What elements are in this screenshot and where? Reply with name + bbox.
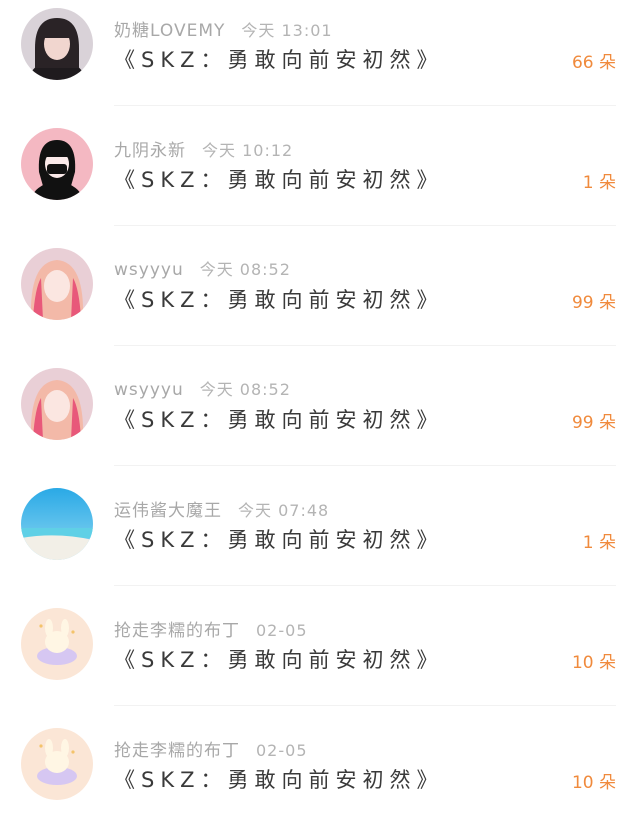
- book-title[interactable]: 《SKZ：勇敢向前安初然》: [114, 284, 444, 314]
- avatar[interactable]: [21, 368, 93, 440]
- flower-count: 1 朵: [582, 533, 616, 553]
- username[interactable]: wsyyyu: [114, 260, 184, 280]
- avatar[interactable]: [21, 728, 93, 800]
- book-title[interactable]: 《SKZ：勇敢向前安初然》: [114, 44, 444, 74]
- timestamp: 02-05: [256, 741, 308, 760]
- book-title[interactable]: 《SKZ：勇敢向前安初然》: [114, 524, 444, 554]
- flower-count: 1 朵: [582, 173, 616, 193]
- comment-list: 奶糖LOVEMY 今天 13:01 《SKZ：勇敢向前安初然》 66 朵 九阴永新…: [0, 0, 640, 806]
- comment-meta: 抢走李糯的布丁 02-05: [114, 616, 308, 641]
- avatar[interactable]: [21, 488, 93, 560]
- list-item[interactable]: 运伟酱大魔王 今天 07:48 《SKZ：勇敢向前安初然》 1 朵: [0, 480, 640, 600]
- pink-hair-girl-avatar-icon: [21, 368, 93, 440]
- book-title[interactable]: 《SKZ：勇敢向前安初然》: [114, 644, 444, 674]
- list-item[interactable]: wsyyyu 今天 08:52 《SKZ：勇敢向前安初然》 99 朵: [0, 240, 640, 360]
- divider: [114, 225, 616, 226]
- flower-count: 66 朵: [571, 53, 616, 73]
- flower-count: 99 朵: [571, 413, 616, 433]
- list-item[interactable]: wsyyyu 今天 08:52 《SKZ：勇敢向前安初然》 99 朵: [0, 360, 640, 480]
- divider: [114, 705, 616, 706]
- book-title[interactable]: 《SKZ：勇敢向前安初然》: [114, 404, 444, 434]
- timestamp: 今天 08:52: [199, 380, 291, 399]
- username[interactable]: 运伟酱大魔王: [114, 501, 222, 521]
- avatar[interactable]: [21, 608, 93, 680]
- flower-count: 10 朵: [571, 773, 616, 793]
- comment-meta: 奶糖LOVEMY 今天 13:01: [114, 16, 333, 41]
- cartoon-bunny-avatar-icon: [21, 728, 93, 800]
- list-item[interactable]: 抢走李糯的布丁 02-05 《SKZ：勇敢向前安初然》 10 朵: [0, 600, 640, 720]
- comment-meta: wsyyyu 今天 08:52: [114, 256, 291, 280]
- timestamp: 今天 13:01: [241, 21, 333, 40]
- beach-sea-avatar-icon: [21, 488, 93, 560]
- book-title[interactable]: 《SKZ：勇敢向前安初然》: [114, 764, 444, 794]
- avatar[interactable]: [21, 8, 93, 80]
- username[interactable]: wsyyyu: [114, 380, 184, 400]
- list-item[interactable]: 抢走李糯的布丁 02-05 《SKZ：勇敢向前安初然》 10 朵: [0, 720, 640, 840]
- username[interactable]: 抢走李糯的布丁: [114, 621, 240, 641]
- pink-hair-girl-avatar-icon: [21, 248, 93, 320]
- masked-girl-illustration-avatar-icon: [21, 128, 93, 200]
- divider: [114, 585, 616, 586]
- book-title[interactable]: 《SKZ：勇敢向前安初然》: [114, 164, 444, 194]
- avatar[interactable]: [21, 128, 93, 200]
- divider: [114, 345, 616, 346]
- comment-meta: wsyyyu 今天 08:52: [114, 376, 291, 400]
- list-item[interactable]: 九阴永新 今天 10:12 《SKZ：勇敢向前安初然》 1 朵: [0, 120, 640, 240]
- username[interactable]: 九阴永新: [114, 141, 186, 161]
- timestamp: 02-05: [256, 621, 308, 640]
- timestamp: 今天 08:52: [199, 260, 291, 279]
- list-item[interactable]: 奶糖LOVEMY 今天 13:01 《SKZ：勇敢向前安初然》 66 朵: [0, 0, 640, 120]
- flower-count: 99 朵: [571, 293, 616, 313]
- comment-meta: 抢走李糯的布丁 02-05: [114, 736, 308, 761]
- comment-meta: 九阴永新 今天 10:12: [114, 136, 294, 161]
- username[interactable]: 奶糖LOVEMY: [114, 21, 225, 41]
- comment-meta: 运伟酱大魔王 今天 07:48: [114, 496, 330, 521]
- avatar[interactable]: [21, 248, 93, 320]
- username[interactable]: 抢走李糯的布丁: [114, 741, 240, 761]
- timestamp: 今天 07:48: [238, 501, 330, 520]
- divider: [114, 465, 616, 466]
- flower-count: 10 朵: [571, 653, 616, 673]
- divider: [114, 105, 616, 106]
- timestamp: 今天 10:12: [202, 141, 294, 160]
- cartoon-bunny-avatar-icon: [21, 608, 93, 680]
- girl-portrait-avatar-icon: [21, 8, 93, 80]
